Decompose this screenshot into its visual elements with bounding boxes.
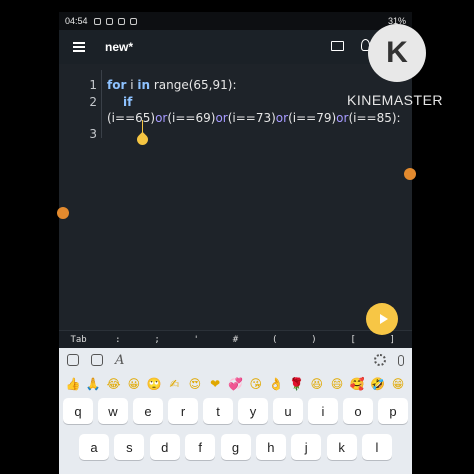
keyword-or: or (275, 111, 289, 125)
kinemaster-watermark: KINEMASTER (347, 92, 444, 108)
emoji-key[interactable]: 💞 (226, 374, 246, 394)
emoji-key[interactable]: 🙄 (144, 374, 164, 394)
logo-letter: K (386, 36, 408, 69)
keyword-or: or (155, 111, 168, 125)
key-d[interactable]: d (149, 434, 180, 460)
keyword-in: in (137, 78, 151, 92)
keyword-for: for (107, 78, 127, 92)
key-e[interactable]: e (133, 398, 163, 424)
code-line-1: for i in range(65,91): (107, 78, 236, 92)
symbol-key[interactable]: ) (294, 335, 333, 345)
key-u[interactable]: u (273, 398, 303, 424)
condition: (i==69) (167, 111, 216, 125)
key-g[interactable]: g (220, 434, 251, 460)
condition: (i==79) (288, 111, 337, 125)
floating-dot-right (404, 168, 416, 180)
line-number: 3 (89, 127, 97, 141)
code-text: range(65,91): (150, 78, 237, 92)
notification-icon-1 (93, 17, 101, 25)
emoji-key[interactable]: 👍 (63, 374, 83, 394)
notification-icons (93, 17, 137, 25)
menu-icon[interactable] (73, 42, 85, 52)
symbol-key[interactable]: ; (137, 335, 176, 345)
emoji-key[interactable]: 🙏 (83, 374, 103, 394)
emoji-key[interactable]: 😆 (307, 374, 327, 394)
key-row-1: q w e r t y u i o p (63, 398, 408, 424)
symbol-key[interactable]: ( (255, 335, 294, 345)
line-number: 2 (89, 95, 97, 109)
emoji-key[interactable]: 😀 (124, 374, 144, 394)
key-row-2: a s d f g h j k l (79, 434, 392, 460)
emoji-key[interactable]: 😍 (185, 374, 205, 394)
key-q[interactable]: q (63, 398, 93, 424)
key-y[interactable]: y (238, 398, 268, 424)
emoji-key[interactable]: 😂 (104, 374, 124, 394)
emoji-key[interactable]: 😄 (327, 374, 347, 394)
mic-icon[interactable] (398, 354, 404, 366)
emoji-suggestions: 👍 🙏 😂 😀 🙄 ✍ 😍 ❤ 💞 😘 👌 🌹 😆 😄 🥰 🤣 😁 (63, 374, 408, 394)
line-number: 1 (89, 78, 97, 92)
key-w[interactable]: w (98, 398, 128, 424)
floating-dot-left (57, 207, 69, 219)
condition: (i==65) (107, 111, 156, 125)
symbol-key[interactable]: [ (334, 335, 373, 345)
key-j[interactable]: j (291, 434, 322, 460)
symbol-key[interactable]: # (216, 335, 255, 345)
key-i[interactable]: i (308, 398, 338, 424)
emoji-sticker-icon[interactable] (67, 354, 79, 366)
symbol-key[interactable]: ] (373, 335, 412, 345)
emoji-key[interactable]: 👌 (266, 374, 286, 394)
code-line-2: if (123, 95, 132, 109)
key-f[interactable]: f (185, 434, 216, 460)
notification-icon-4 (129, 17, 137, 25)
keyword-if: if (123, 95, 133, 109)
phone-screen: 04:54 31% new* 1 2 3 for i in range(65,9… (59, 12, 412, 474)
clipboard-icon[interactable] (91, 354, 103, 366)
key-s[interactable]: s (114, 434, 145, 460)
symbol-key-tab[interactable]: Tab (59, 335, 98, 345)
status-time: 04:54 (65, 16, 88, 26)
symbol-bar: Tab : ; ' # ( ) [ ] (59, 330, 412, 348)
condition: (i==73) (227, 111, 276, 125)
key-l[interactable]: l (362, 434, 392, 460)
cursor-handle[interactable] (134, 131, 151, 148)
emoji-key[interactable]: 😘 (246, 374, 266, 394)
document-title: new* (105, 40, 134, 54)
keyboard: A 👍 🙏 😂 😀 🙄 ✍ 😍 ❤ 💞 😘 👌 🌹 😆 😄 🥰 🤣 😁 q w … (59, 348, 412, 474)
folder-icon[interactable] (331, 41, 344, 51)
emoji-key[interactable]: 😁 (388, 374, 408, 394)
play-icon (379, 314, 388, 324)
play-button[interactable] (366, 303, 398, 335)
emoji-key[interactable]: 🤣 (368, 374, 388, 394)
symbol-key[interactable]: : (98, 335, 137, 345)
key-k[interactable]: k (326, 434, 357, 460)
keyboard-toolbar: A (59, 348, 412, 372)
text-style-icon[interactable]: A (115, 353, 124, 368)
key-o[interactable]: o (343, 398, 373, 424)
notification-icon-3 (117, 17, 125, 25)
emoji-key[interactable]: 🥰 (347, 374, 367, 394)
emoji-key[interactable]: ❤ (205, 374, 225, 394)
gear-icon[interactable] (374, 354, 386, 366)
key-a[interactable]: a (79, 434, 109, 460)
keyword-or: or (336, 111, 349, 125)
symbol-key[interactable]: ' (177, 335, 216, 345)
key-h[interactable]: h (255, 434, 286, 460)
key-t[interactable]: t (203, 398, 233, 424)
key-r[interactable]: r (168, 398, 198, 424)
keyword-or: or (215, 111, 228, 125)
kinemaster-logo: K (368, 24, 426, 82)
emoji-key[interactable]: ✍ (165, 374, 185, 394)
emoji-key[interactable]: 🌹 (286, 374, 306, 394)
key-p[interactable]: p (378, 398, 408, 424)
condition: (i==85): (348, 111, 401, 125)
gutter-divider (101, 70, 102, 138)
notification-icon-2 (105, 17, 113, 25)
code-line-2-wrap: (i==65)or(i==69)or(i==73)or(i==79)or(i==… (107, 111, 401, 125)
code-text: i (126, 78, 138, 92)
app-bar: new* (59, 30, 412, 64)
status-bar: 04:54 31% (59, 12, 412, 30)
